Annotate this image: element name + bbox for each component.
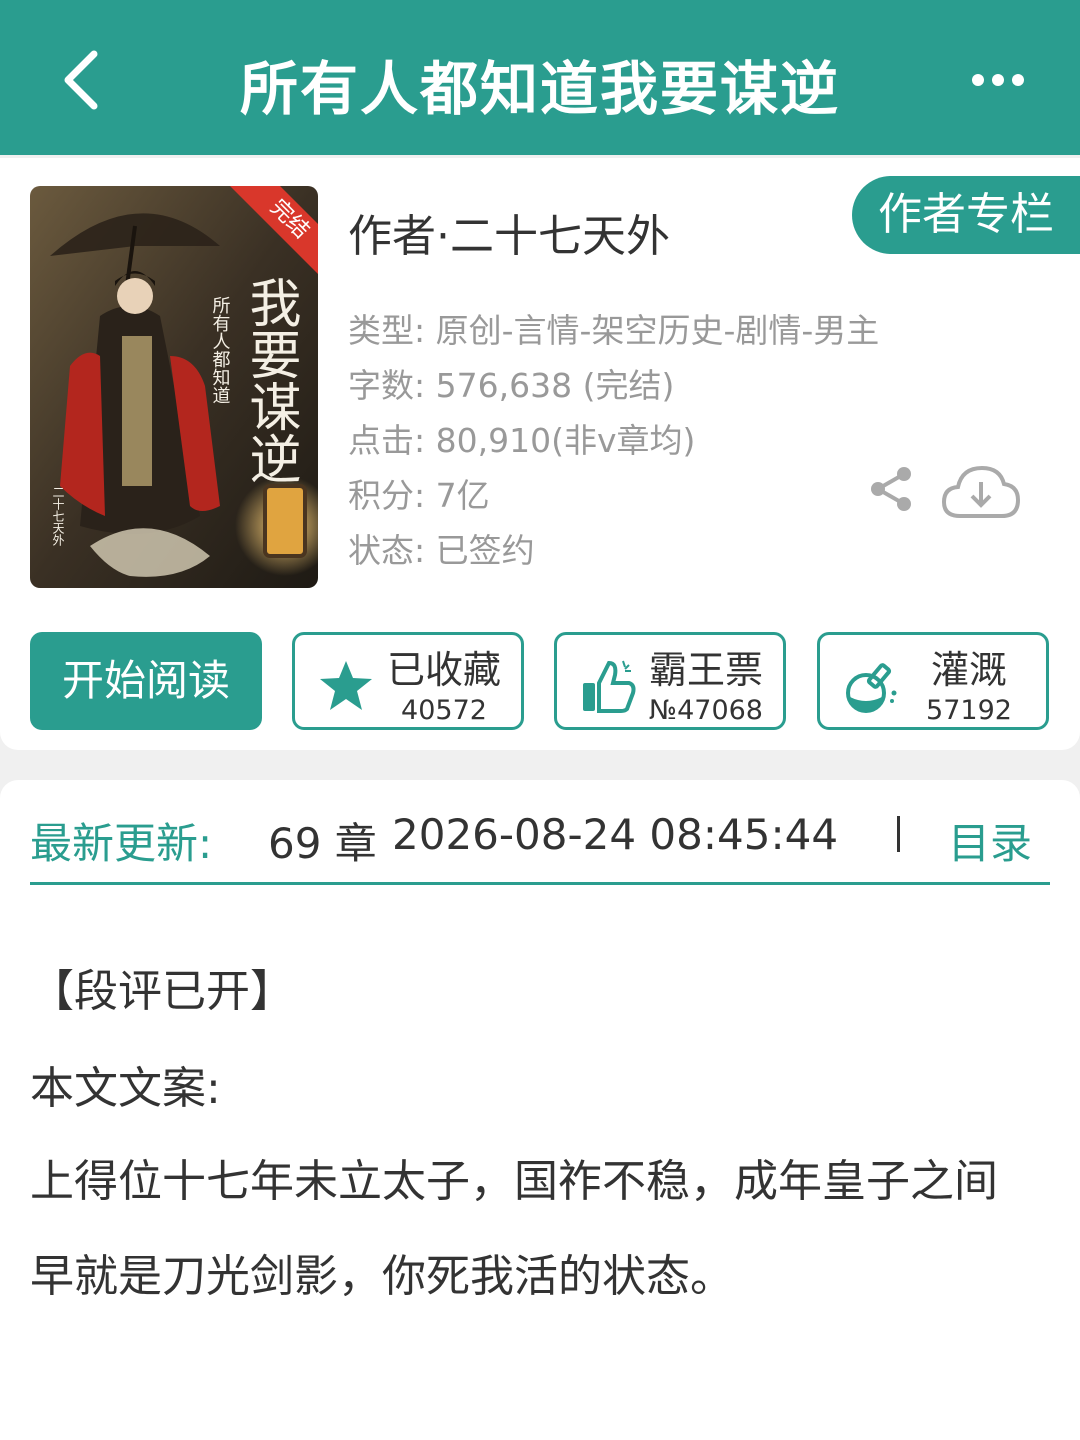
favorite-button[interactable]: 已收藏 40572: [292, 632, 524, 730]
cover-author-art: 二十七天外: [51, 486, 65, 546]
more-dots-icon: [972, 74, 1024, 86]
vote-count: №47068: [649, 695, 763, 726]
comment-notice: 【段评已开】: [30, 966, 294, 1017]
meta-clicks: 点击: 80,910(非v章均): [348, 421, 696, 460]
meta-status: 状态: 已签约: [348, 531, 535, 570]
blurb-line: 上得位十七年未立太子，国祚不稳，成年皇子之间: [30, 1156, 998, 1207]
cover-subtitle-art: 所有人都知道: [210, 296, 231, 404]
thumbs-up-icon: [583, 660, 636, 713]
table-of-contents-link[interactable]: 目录: [948, 810, 1032, 871]
start-reading-button[interactable]: 开始阅读: [30, 632, 262, 730]
cover-title-art: 我要谋逆: [240, 276, 300, 484]
top-bar: 所有人都知道我要谋逆: [0, 0, 1080, 155]
watering-flask-icon: [846, 663, 897, 713]
chevron-left-icon: [64, 50, 98, 110]
nutrient-count: 57192: [926, 695, 1012, 726]
page-title: 所有人都知道我要谋逆: [239, 55, 840, 123]
star-icon: [320, 661, 372, 710]
download-button[interactable]: [940, 460, 1022, 522]
book-info-card: 完结 我要谋逆 所有人都知道 二十七天外 作者·二十七天外 作者专栏 类型: 原…: [0, 158, 1080, 750]
vote-label: 霸王票: [648, 648, 763, 692]
more-button[interactable]: [968, 62, 1028, 98]
meta-word-count: 字数: 576,638 (完结): [348, 366, 675, 405]
latest-update-time: 2026-08-24 08:45:44: [392, 810, 839, 859]
blurb-heading: 本文文案:: [30, 1063, 221, 1114]
favorite-count: 40572: [401, 695, 487, 726]
author-name[interactable]: 作者·二十七天外: [348, 200, 670, 264]
share-icon: [871, 467, 911, 511]
favorite-label: 已收藏: [386, 648, 501, 692]
latest-chapter[interactable]: 69 章: [268, 810, 377, 871]
meta-points: 积分: 7亿: [348, 476, 490, 515]
book-cover[interactable]: 完结 我要谋逆 所有人都知道 二十七天外: [30, 186, 318, 588]
cloud-download-icon: [941, 465, 1021, 518]
nutrient-button[interactable]: 灌溉 57192: [817, 632, 1049, 730]
author-column-button[interactable]: 作者专栏: [852, 176, 1080, 254]
latest-update-card: 最新更新: 69 章 2026-08-24 08:45:44 目录: [0, 780, 1080, 915]
divider: [897, 816, 900, 852]
back-button[interactable]: [50, 40, 120, 120]
meta-genre: 类型: 原创-言情-架空历史-剧情-男主: [348, 311, 880, 350]
share-button[interactable]: [866, 464, 916, 514]
vote-button[interactable]: 霸王票 №47068: [554, 632, 786, 730]
nutrient-label: 灌溉: [930, 648, 1007, 692]
cover-art: 完结 我要谋逆 所有人都知道 二十七天外: [30, 186, 318, 588]
accent-underline: [30, 882, 1050, 885]
blurb-line: 早就是刀光剑影，你死我活的状态。: [30, 1251, 734, 1302]
latest-update-label: 最新更新:: [30, 819, 213, 868]
